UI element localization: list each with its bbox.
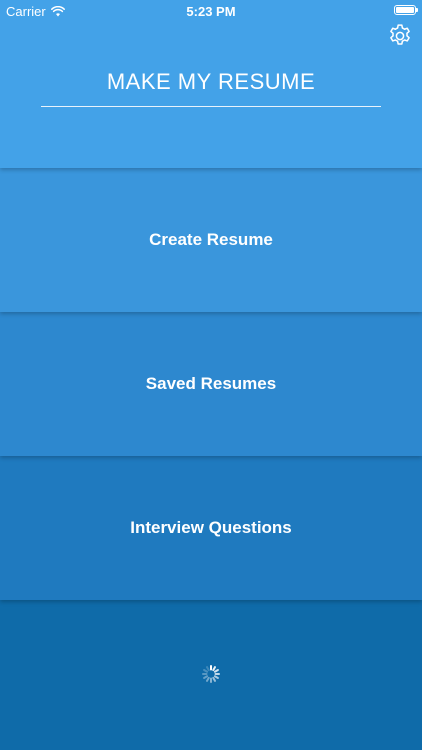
- battery-level: [396, 7, 414, 13]
- status-time: 5:23 PM: [186, 4, 236, 19]
- status-bar: Carrier 5:23 PM: [0, 0, 422, 22]
- interview-questions-button[interactable]: Interview Questions: [0, 456, 422, 600]
- create-resume-label: Create Resume: [149, 230, 273, 249]
- app-header: MAKE MY RESUME: [0, 0, 422, 168]
- title-underline: [41, 106, 381, 107]
- saved-resumes-label: Saved Resumes: [145, 374, 277, 393]
- create-resume-button[interactable]: Create Resume: [0, 168, 422, 312]
- gear-icon: [390, 24, 410, 45]
- app-screen: Carrier 5:23 PM MAKE MY RESUME Create Re…: [0, 0, 422, 750]
- app-title: MAKE MY RESUME: [106, 69, 316, 94]
- spinner-icon: [202, 665, 220, 683]
- interview-questions-label: Interview Questions: [130, 518, 292, 537]
- settings-button[interactable]: [386, 22, 414, 50]
- battery-icon: [394, 5, 418, 15]
- saved-resumes-button[interactable]: Saved Resumes: [0, 312, 422, 456]
